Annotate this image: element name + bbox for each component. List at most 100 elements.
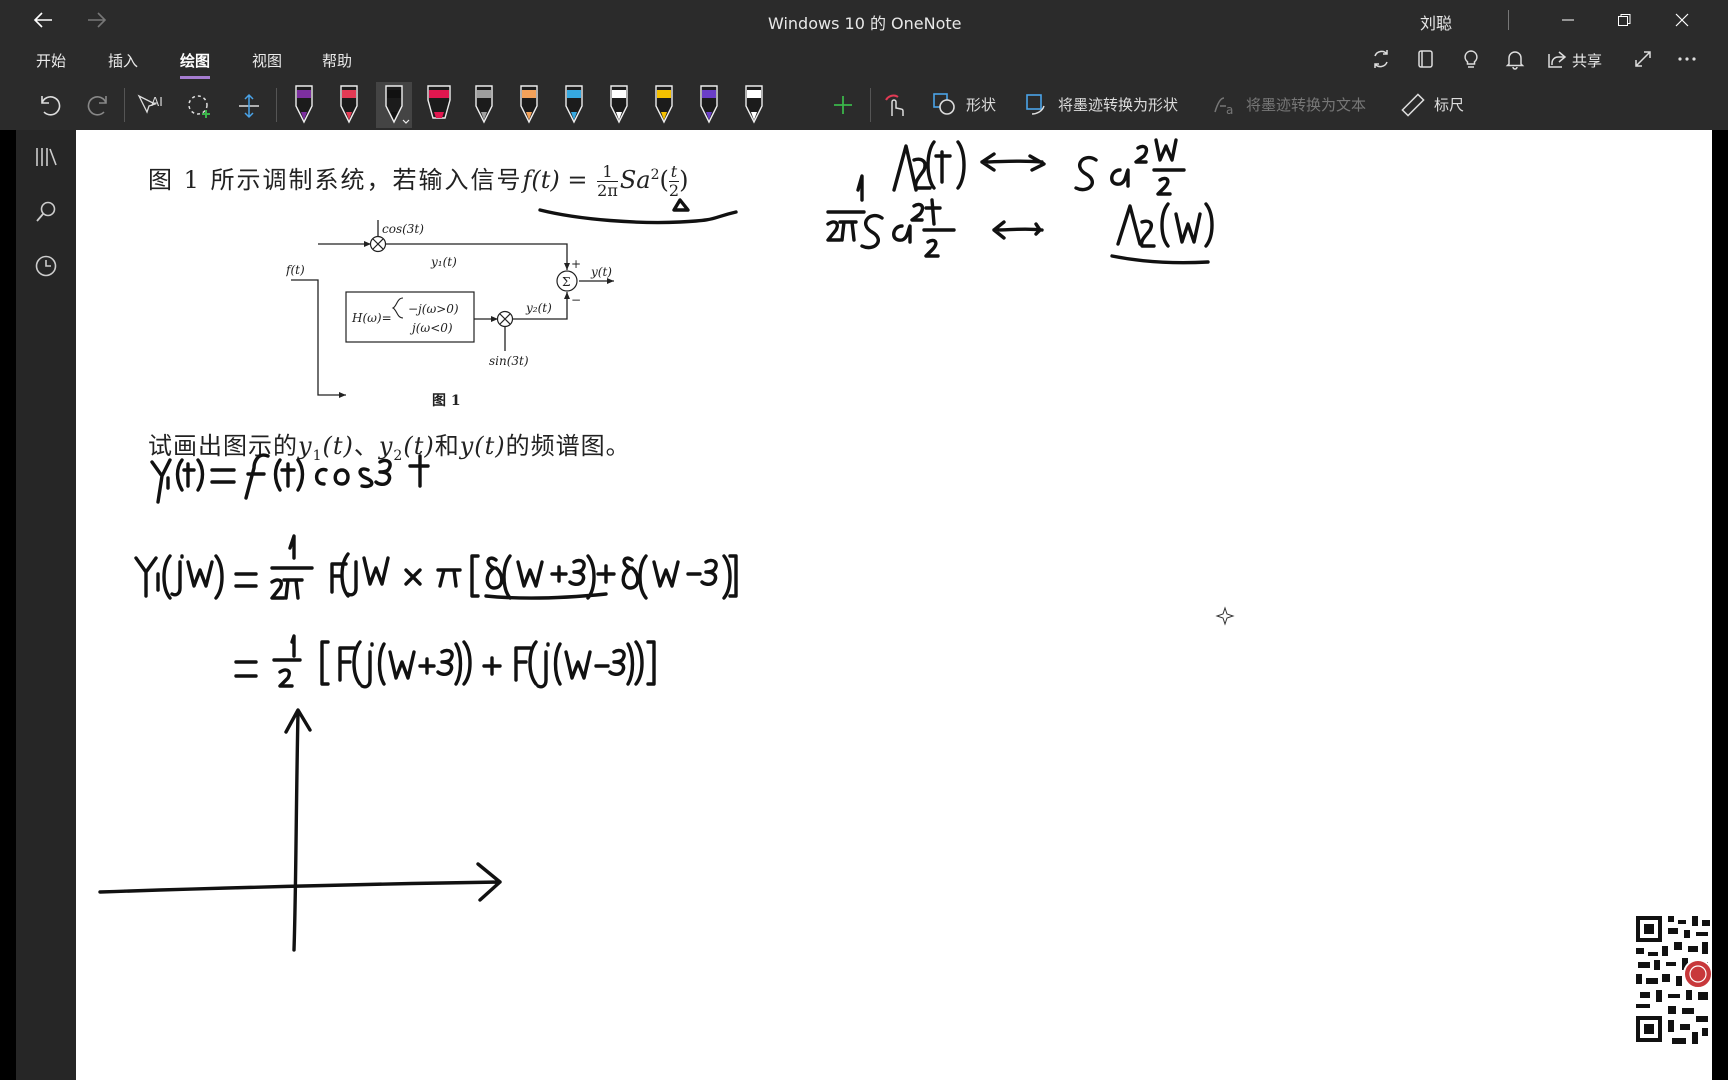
- pen-6[interactable]: [511, 82, 547, 128]
- ink-sa2-t2[interactable]: [860, 198, 956, 258]
- title-divider: [1508, 10, 1509, 30]
- ink-to-shape-icon[interactable]: [1024, 92, 1050, 118]
- redo-icon[interactable]: [86, 92, 112, 118]
- user-name[interactable]: 刘聪: [1420, 10, 1452, 34]
- ink-to-text-button: 将墨迹转换为文本: [1246, 95, 1367, 114]
- ink-eq2-delta1[interactable]: [485, 554, 596, 600]
- pen-4[interactable]: [421, 82, 457, 128]
- ink-y-axis[interactable]: [284, 708, 312, 952]
- restore-icon[interactable]: [1616, 12, 1632, 28]
- ink-eq2-pi[interactable]: [436, 568, 462, 588]
- pen-7[interactable]: [556, 82, 592, 128]
- add-pen-icon[interactable]: [832, 94, 854, 116]
- ink-underline-formula[interactable]: [538, 208, 738, 225]
- more-options-icon[interactable]: [1676, 48, 1698, 70]
- lightbulb-icon[interactable]: [1460, 48, 1482, 70]
- sync-icon[interactable]: [1370, 48, 1392, 70]
- fullscreen-icon[interactable]: [1632, 48, 1654, 70]
- ink-arrow-left-1[interactable]: [980, 152, 1046, 172]
- ink-arrow-left-2[interactable]: [992, 220, 1044, 240]
- ink-eq3-fj-plus[interactable]: [338, 640, 472, 689]
- pen-2[interactable]: [331, 82, 367, 128]
- ink-to-shape-button[interactable]: 将墨迹转换为形状: [1058, 80, 1178, 128]
- draw-toolbar: AI 形状 将墨迹转换为形状 a 将墨迹转换为文本 标尺: [0, 80, 1728, 130]
- ink-eq2-fjw[interactable]: [330, 552, 390, 598]
- ink-underline-lambda-w[interactable]: [1110, 254, 1210, 265]
- ink-eq2-fraction[interactable]: [270, 534, 314, 600]
- back-arrow-icon[interactable]: [32, 10, 54, 30]
- note-canvas[interactable]: 图 1 所示调制系统，若输入信号f(t) = 1 2π Sa2(t 2) cos: [76, 130, 1712, 1080]
- ink-eq3-bracket-close[interactable]: [646, 640, 656, 686]
- search-icon[interactable]: [34, 200, 58, 224]
- notebooks-icon[interactable]: [34, 146, 58, 168]
- ink-eq2-y1jw[interactable]: [134, 554, 224, 600]
- ink-lambda-w[interactable]: [1116, 202, 1214, 248]
- share-icon[interactable]: [1546, 48, 1568, 70]
- pen-3[interactable]: [376, 82, 412, 128]
- pen-10[interactable]: [691, 82, 727, 128]
- pen-icon: [340, 85, 358, 124]
- tab-help[interactable]: 帮助: [322, 50, 352, 71]
- ink-eq3-fj-minus[interactable]: [514, 640, 644, 689]
- pen-icon: [655, 85, 673, 124]
- shapes-button[interactable]: 形状: [966, 80, 996, 128]
- forward-arrow-icon[interactable]: [86, 10, 108, 30]
- page-view-icon[interactable]: [1415, 48, 1437, 70]
- ink-eq3-fraction[interactable]: [272, 634, 302, 688]
- ink-eq3-bracket-open[interactable]: [320, 640, 330, 686]
- lasso-select-icon[interactable]: [186, 92, 214, 120]
- cursor-marker: [1215, 606, 1235, 626]
- type-select-icon[interactable]: AI: [136, 92, 164, 118]
- ink-eq2-convolve[interactable]: [404, 568, 422, 586]
- minimize-icon[interactable]: [1560, 12, 1576, 28]
- tab-insert[interactable]: 插入: [108, 50, 138, 71]
- pen-icon: [565, 85, 583, 124]
- pen-5[interactable]: [466, 82, 502, 128]
- pen-9[interactable]: [646, 82, 682, 128]
- tab-home[interactable]: 开始: [36, 50, 66, 71]
- qr-logo-badge: [1683, 959, 1712, 989]
- close-icon[interactable]: [1674, 12, 1690, 28]
- ink-eq2-bracket-open[interactable]: [470, 554, 480, 598]
- ink-delta-mark[interactable]: [672, 198, 690, 212]
- svg-text:AI: AI: [151, 95, 163, 109]
- ink-eq3-plus[interactable]: [482, 656, 502, 676]
- pen-11[interactable]: [736, 82, 772, 128]
- ink-sa-w2[interactable]: [1074, 138, 1186, 196]
- ink-eq1-y1t[interactable]: [150, 458, 205, 504]
- pen-icon: [520, 85, 538, 124]
- add-space-icon[interactable]: [236, 92, 262, 120]
- svg-text:a: a: [1226, 103, 1233, 117]
- ink-eq2-plus[interactable]: [596, 564, 616, 584]
- navigation-strip: [16, 130, 76, 1080]
- ink-eq1-cos3t[interactable]: [315, 454, 430, 489]
- ink-layer[interactable]: [76, 130, 1712, 1080]
- pen-icon: [385, 85, 410, 124]
- title-bar: Windows 10 的 OneNote 刘聪: [0, 0, 1728, 40]
- pen-icon: [295, 85, 313, 124]
- ink-eq1-f-t[interactable]: [244, 453, 305, 500]
- ruler-button[interactable]: 标尺: [1434, 80, 1464, 128]
- ink-eq2-delta2[interactable]: [621, 554, 732, 600]
- ink-eq1-equals[interactable]: [210, 468, 236, 484]
- bell-icon[interactable]: [1504, 48, 1526, 70]
- ink-fraction-1-2pi[interactable]: [826, 174, 866, 242]
- pen-8[interactable]: [601, 82, 637, 128]
- ruler-icon[interactable]: [1400, 92, 1426, 118]
- touch-draw-icon[interactable]: [882, 92, 908, 120]
- pen-icon: [700, 85, 718, 124]
- ink-x-axis[interactable]: [98, 862, 502, 902]
- recent-clock-icon[interactable]: [34, 254, 58, 278]
- ribbon-tabs: 开始 插入 绘图 视图 帮助 共享: [0, 40, 1728, 80]
- pen-icon: [610, 85, 628, 124]
- ink-lambda-t[interactable]: [892, 140, 966, 192]
- undo-icon[interactable]: [36, 92, 62, 118]
- share-button[interactable]: 共享: [1572, 50, 1602, 71]
- ink-eq3-equals[interactable]: [234, 660, 258, 678]
- ink-eq2-equals[interactable]: [234, 572, 258, 588]
- tab-view[interactable]: 视图: [252, 50, 282, 71]
- tab-draw[interactable]: 绘图: [180, 50, 211, 79]
- shapes-icon[interactable]: [932, 92, 956, 116]
- pen-1[interactable]: [286, 82, 322, 128]
- qr-code-watermark: [1632, 912, 1712, 1050]
